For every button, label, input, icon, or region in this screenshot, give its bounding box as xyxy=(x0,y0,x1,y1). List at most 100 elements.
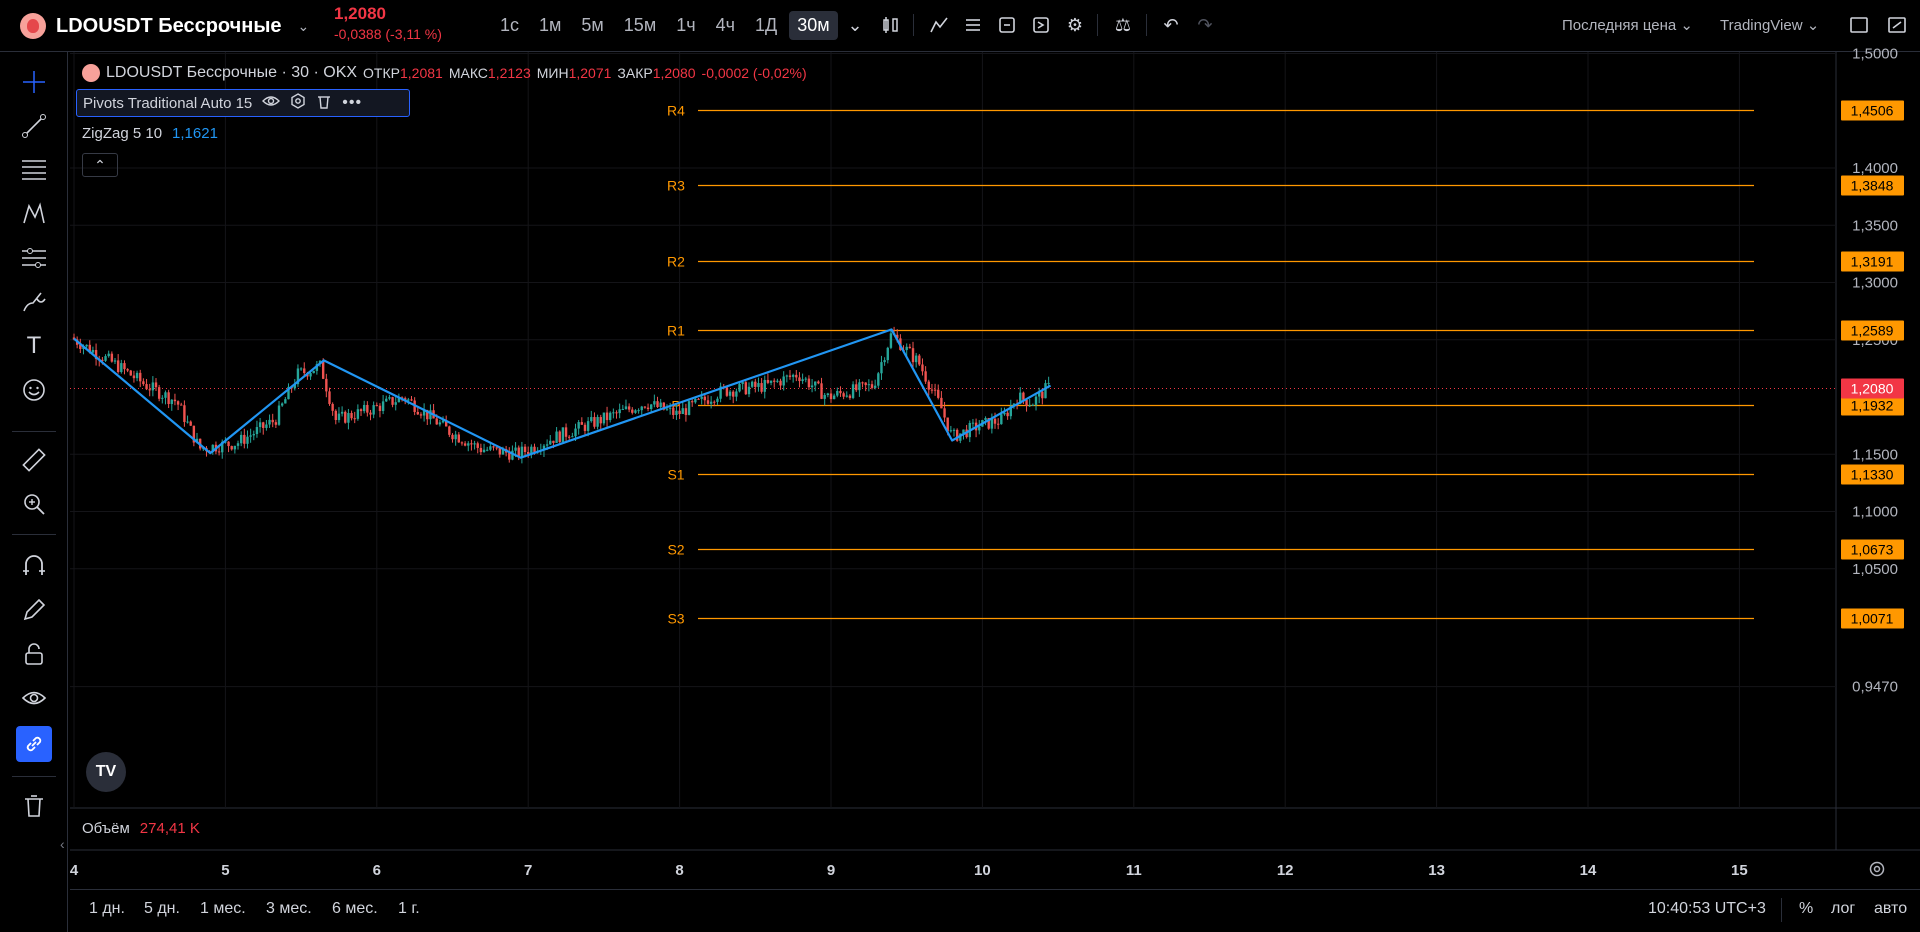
screenshot-icon[interactable] xyxy=(1884,12,1910,38)
candle-body xyxy=(148,389,151,391)
link-icon[interactable] xyxy=(16,726,52,762)
range-5d[interactable]: 5 дн. xyxy=(144,900,180,918)
candle-body xyxy=(981,420,984,427)
candle-body xyxy=(189,421,192,426)
tf-1d[interactable]: 1Д xyxy=(747,11,785,40)
fib-retracement-icon[interactable] xyxy=(16,152,52,188)
candle-body xyxy=(757,383,760,387)
clock[interactable]: 10:40:53 UTC+3 xyxy=(1648,900,1766,918)
crosshair-icon[interactable] xyxy=(16,64,52,100)
candle-body xyxy=(952,429,956,431)
candle-body xyxy=(826,393,830,396)
tradingview-logo-icon[interactable]: TV xyxy=(86,752,126,792)
candle-body xyxy=(659,402,662,408)
candle-type-icon[interactable] xyxy=(878,12,904,38)
price-chart[interactable]: R4R3R2R1PS1S2S3 1,50001,40001,35001,3000… xyxy=(0,0,1920,932)
candle-body xyxy=(754,381,757,387)
collapse-indicators-button[interactable]: ⌃ xyxy=(82,153,118,177)
tf-1m[interactable]: 1м xyxy=(531,11,569,40)
timeframe-chevron-icon[interactable]: ⌄ xyxy=(842,12,868,38)
candle-body xyxy=(665,408,669,410)
candle-body xyxy=(738,383,741,392)
candle-body xyxy=(823,395,826,399)
eye-icon[interactable] xyxy=(262,94,281,112)
zoom-icon[interactable] xyxy=(16,486,52,522)
price-type-selector[interactable]: Последняя цена ⌄ xyxy=(1562,16,1693,34)
indicators-icon[interactable] xyxy=(926,12,952,38)
axis-settings-icon[interactable] xyxy=(1868,860,1886,883)
settings-gear-icon[interactable]: ⚙ xyxy=(1062,12,1088,38)
symbol-selector[interactable]: LDOUSDT Бессрочные ⌄ xyxy=(20,13,309,39)
candle-body xyxy=(814,381,817,386)
range-3m[interactable]: 3 мес. xyxy=(266,900,312,918)
range-1m[interactable]: 1 мес. xyxy=(200,900,246,918)
candle-body xyxy=(489,446,492,450)
volume-label: Объём xyxy=(82,820,130,837)
replay-icon[interactable] xyxy=(1028,12,1054,38)
candle-body xyxy=(766,379,770,383)
collapse-toolbar-icon[interactable]: ‹ xyxy=(60,836,65,852)
legend-close: 1,2080 xyxy=(652,65,696,81)
undo-icon[interactable]: ↶ xyxy=(1158,12,1184,38)
price-box: 1,2080 -0,0388 (-3,11 %) xyxy=(334,4,442,42)
candle-body xyxy=(930,389,934,391)
alert-icon[interactable] xyxy=(994,12,1020,38)
candle-body xyxy=(284,399,287,404)
candle-body xyxy=(211,444,214,452)
settings-icon[interactable] xyxy=(290,93,306,113)
layout-selector[interactable]: TradingView ⌄ xyxy=(1720,16,1819,34)
candle-body xyxy=(340,411,344,414)
tf-30m[interactable]: 30м xyxy=(789,11,838,40)
tf-1h[interactable]: 1ч xyxy=(668,11,703,40)
ruler-icon[interactable] xyxy=(16,442,52,478)
candle-body xyxy=(221,441,224,453)
tf-1s[interactable]: 1с xyxy=(492,11,527,40)
emoji-icon[interactable] xyxy=(16,372,52,408)
candle-body xyxy=(791,374,795,377)
log-toggle[interactable]: лог xyxy=(1831,900,1855,918)
candle-body xyxy=(419,414,423,416)
x-tick-label: 9 xyxy=(827,862,835,879)
fullscreen-icon[interactable] xyxy=(1846,12,1872,38)
range-6m[interactable]: 6 мес. xyxy=(332,900,378,918)
magnet-icon[interactable] xyxy=(16,548,52,584)
stay-in-drawing-mode-icon[interactable] xyxy=(16,592,52,628)
auto-toggle[interactable]: авто xyxy=(1874,900,1907,918)
range-1y[interactable]: 1 г. xyxy=(398,900,420,918)
candle-body xyxy=(277,405,281,425)
candle-body xyxy=(400,397,404,399)
redo-icon[interactable]: ↷ xyxy=(1192,12,1218,38)
candle-body xyxy=(533,446,536,453)
tf-15m[interactable]: 15м xyxy=(616,11,664,40)
candle-body xyxy=(978,426,981,431)
delete-icon[interactable] xyxy=(316,93,332,113)
y-tick-label: 1,1000 xyxy=(1852,504,1898,521)
text-icon[interactable]: T xyxy=(16,328,52,364)
zigzag-indicator-row[interactable]: ZigZag 5 10 1,1621 xyxy=(82,125,218,142)
pivots-indicator-row[interactable]: Pivots Traditional Auto 15 ••• xyxy=(76,89,410,117)
percent-toggle[interactable]: % xyxy=(1799,900,1813,918)
range-1d[interactable]: 1 дн. xyxy=(89,900,125,918)
volume-indicator-row[interactable]: Объём 274,41 K xyxy=(82,820,200,837)
trend-line-icon[interactable] xyxy=(16,108,52,144)
pivot-label-r1: R1 xyxy=(667,323,685,339)
pattern-icon[interactable] xyxy=(16,196,52,232)
more-icon[interactable]: ••• xyxy=(342,94,362,112)
candle-body xyxy=(448,426,451,435)
candle-body xyxy=(668,407,672,409)
pivot-price-tag-label: 1,3848 xyxy=(1851,178,1894,194)
candle-body xyxy=(687,401,691,415)
tf-4h[interactable]: 4ч xyxy=(708,11,743,40)
templates-icon[interactable] xyxy=(960,12,986,38)
candle-body xyxy=(328,391,331,404)
compare-scales-icon[interactable]: ⚖ xyxy=(1110,12,1136,38)
candle-body xyxy=(441,420,445,423)
brush-icon[interactable] xyxy=(16,284,52,320)
forecast-icon[interactable] xyxy=(16,240,52,276)
candle-body xyxy=(807,378,811,388)
trash-icon[interactable] xyxy=(16,788,52,824)
tf-5m[interactable]: 5м xyxy=(573,11,611,40)
candle-body xyxy=(498,447,502,455)
lock-icon[interactable] xyxy=(16,636,52,672)
eye-icon[interactable] xyxy=(16,680,52,716)
